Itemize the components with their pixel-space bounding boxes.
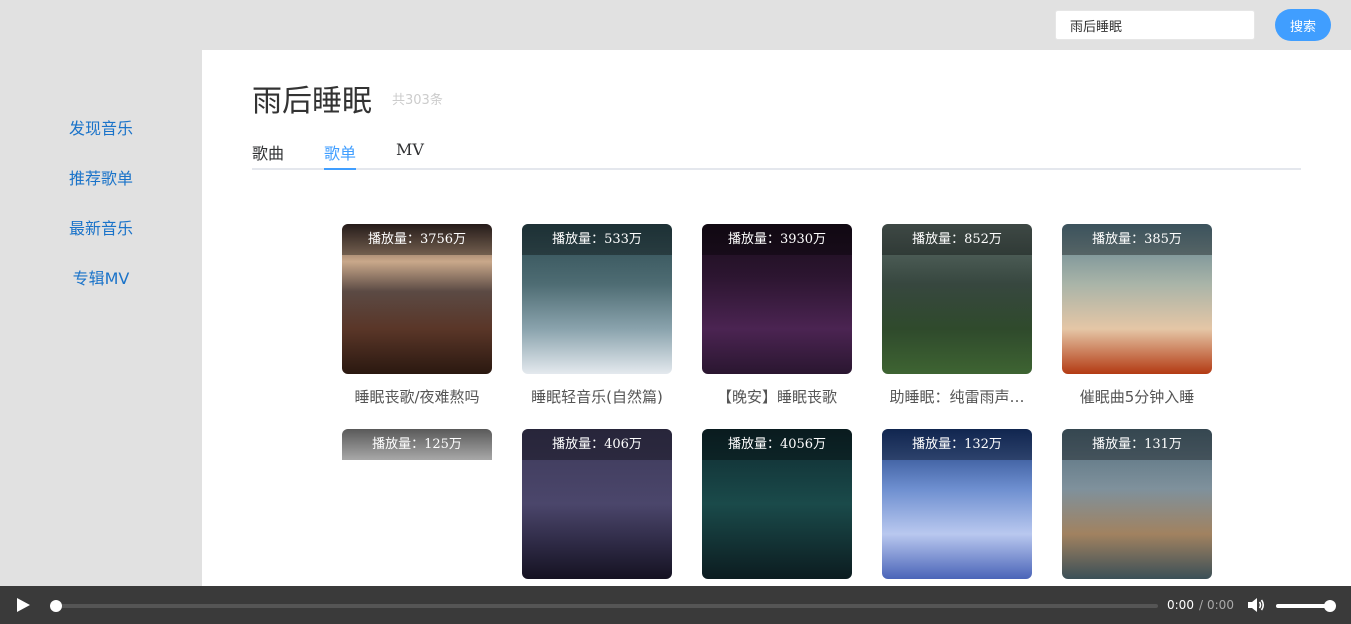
playlist-cover[interactable]: 播放量：533万	[522, 224, 672, 374]
playlist-title[interactable]: 助睡眠：纯雷雨声…	[872, 386, 1042, 407]
play-count: 播放量：852万	[882, 224, 1032, 255]
playlist-cover[interactable]: 播放量：3756万	[342, 224, 492, 374]
play-count: 播放量：385万	[1062, 224, 1212, 255]
playlist-cover[interactable]: 播放量：125万	[342, 429, 492, 579]
total-time: 0:00	[1207, 598, 1234, 612]
tab-playlists[interactable]: 歌单	[324, 140, 357, 170]
result-count: 共303条	[392, 93, 443, 108]
sidebar-item-album-mv[interactable]: 专辑MV	[0, 265, 202, 289]
progress-bar[interactable]	[50, 600, 1158, 612]
playlist-cover[interactable]: 播放量：4056万	[702, 429, 852, 579]
volume-slider[interactable]	[1276, 600, 1336, 612]
playlist-cover[interactable]: 播放量：385万	[1062, 224, 1212, 374]
playlist-title[interactable]: 睡眠轻音乐(自然篇)	[512, 386, 682, 407]
page-title: 雨后睡眠	[252, 84, 372, 119]
playlist-cover[interactable]: 播放量：131万	[1062, 429, 1212, 579]
play-count: 播放量：132万	[882, 429, 1032, 460]
volume-handle[interactable]	[1324, 600, 1336, 612]
play-count: 播放量：3756万	[342, 224, 492, 255]
time-separator: /	[1199, 598, 1204, 612]
sidebar-item-discover-music[interactable]: 发现音乐	[0, 115, 202, 139]
play-count: 播放量：406万	[522, 429, 672, 460]
playlist-cover[interactable]: 播放量：3930万	[702, 224, 852, 374]
play-count: 播放量：533万	[522, 224, 672, 255]
play-count: 播放量：131万	[1062, 429, 1212, 460]
playlist-cover[interactable]: 播放量：406万	[522, 429, 672, 579]
play-count: 播放量：4056万	[702, 429, 852, 460]
search-input[interactable]	[1055, 10, 1255, 40]
tab-bar: 歌曲 歌单 MV	[252, 140, 1301, 170]
current-time: 0:00	[1167, 598, 1194, 612]
play-count: 播放量：3930万	[702, 224, 852, 255]
sidebar-item-new-music[interactable]: 最新音乐	[0, 215, 202, 239]
playlist-cover[interactable]: 播放量：132万	[882, 429, 1032, 579]
volume-icon[interactable]	[1248, 598, 1266, 612]
playlist-title[interactable]: 【晚安】睡眠丧歌	[692, 386, 862, 407]
tab-songs[interactable]: 歌曲	[252, 140, 284, 170]
progress-handle[interactable]	[50, 600, 62, 612]
play-icon[interactable]	[17, 598, 30, 612]
search-button[interactable]: 搜索	[1275, 9, 1331, 41]
sidebar-item-recommended-playlists[interactable]: 推荐歌单	[0, 165, 202, 189]
playlist-title[interactable]: 睡眠丧歌/夜难熬吗	[332, 386, 502, 407]
sidebar: 发现音乐 推荐歌单 最新音乐 专辑MV	[0, 50, 202, 586]
playlist-cover[interactable]: 播放量：852万	[882, 224, 1032, 374]
playlist-title[interactable]: 催眠曲5分钟入睡	[1052, 386, 1222, 407]
audio-player: 0:00 / 0:00	[0, 586, 1351, 624]
top-bar: 搜索	[0, 0, 1351, 50]
tab-mv[interactable]: MV	[396, 140, 424, 170]
play-count: 播放量：125万	[342, 429, 492, 460]
main-content: 雨后睡眠 共303条 歌曲 歌单 MV 播放量：3756万 睡眠丧歌/夜难熬吗 …	[202, 50, 1351, 586]
